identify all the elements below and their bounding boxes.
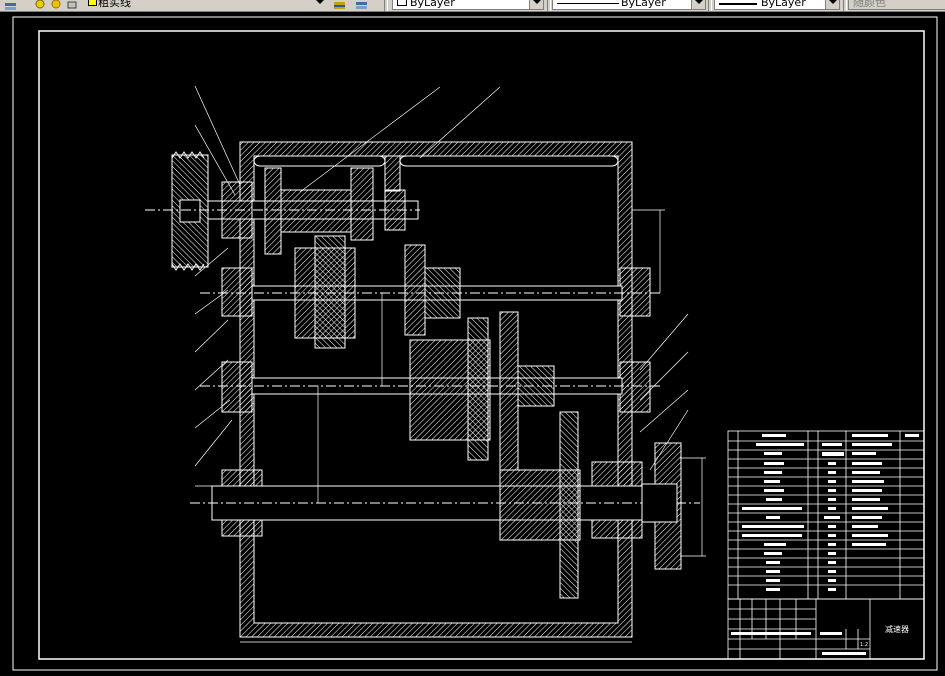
layer-manager-icon[interactable] [4,0,17,10]
linetype-preview [557,3,619,4]
drawing-title: 减速器 [885,624,909,634]
lineweight-dropdown[interactable]: ByLayer [714,0,840,10]
v-belt-pulley [171,151,209,271]
chevron-down-icon[interactable] [691,0,705,9]
parts-list-table [727,430,925,600]
lightbulb-icon[interactable] [34,0,47,9]
sun-icon[interactable] [50,0,63,9]
toolbar-separator [843,0,847,11]
plotstyle-dropdown: 随颜色 [848,0,945,10]
parts-list-text-blocks [742,434,919,591]
toolbar-separator [708,0,712,11]
scale-label: 1:2 [860,642,868,648]
drawing-canvas[interactable]: 减速器 1:2 [0,12,945,676]
layer-color-swatch [88,0,97,6]
toolbar-separator [547,0,551,11]
lineweight-preview [719,3,757,5]
chevron-down-icon[interactable] [313,0,326,9]
lock-icon[interactable] [66,0,79,9]
layer-previous-icon[interactable] [355,0,368,9]
layer-name: 粗实线 [98,0,131,9]
plotstyle-value: 随颜色 [853,0,886,9]
intermediate-shaft-2 [200,311,660,471]
layer-dropdown[interactable]: 粗实线 [86,0,326,9]
linetype-value: ByLayer [621,0,666,9]
color-value: ByLayer [410,0,455,9]
chevron-down-icon[interactable] [825,0,839,9]
lineweight-value: ByLayer [761,0,806,9]
make-current-layer-icon[interactable] [333,0,346,9]
housing-inner-corners [253,155,619,167]
linetype-dropdown[interactable]: ByLayer [552,0,706,10]
chevron-down-icon[interactable] [529,0,543,9]
properties-toolbar: 粗实线 ByLayer ByLayer ByLayer 随颜色 [0,0,945,12]
toolbar-separator [384,0,388,11]
color-dropdown[interactable]: ByLayer [392,0,544,10]
color-swatch [397,0,407,6]
